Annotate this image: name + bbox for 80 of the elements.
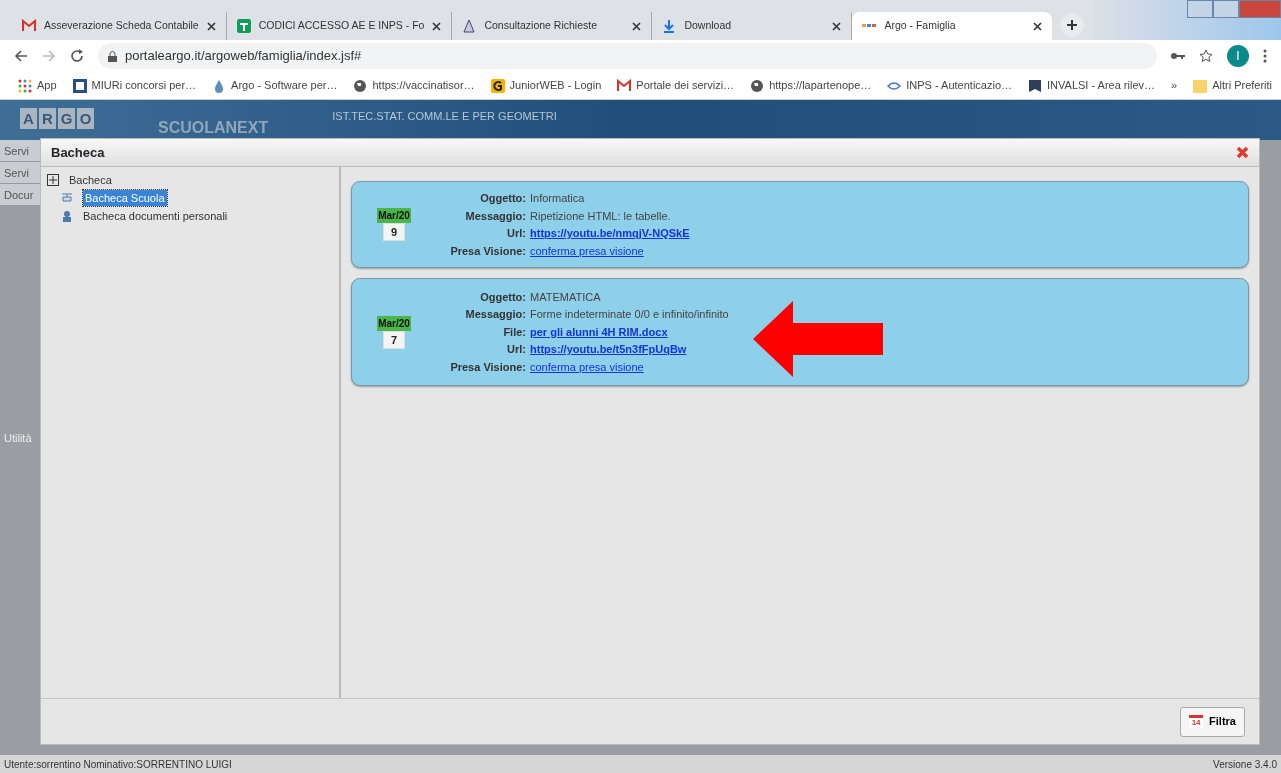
more-bookmarks-button[interactable]: » bbox=[1171, 77, 1178, 94]
close-icon[interactable] bbox=[632, 21, 642, 31]
bookmark[interactable]: App bbox=[18, 77, 57, 94]
version-text: Versione 3.4.0 bbox=[1213, 757, 1277, 772]
link[interactable]: conferma presa visione bbox=[530, 360, 644, 373]
field-label: Oggetto: bbox=[479, 289, 526, 305]
new-tab-button[interactable] bbox=[1060, 13, 1085, 37]
collapse-icon[interactable] bbox=[47, 174, 59, 186]
bookmark[interactable]: JuniorWEB - Login bbox=[490, 77, 602, 94]
address-bar[interactable]: portaleargo.it/argoweb/famiglia/index.jsf# bbox=[98, 43, 1157, 69]
calendar-icon: 14 bbox=[1189, 715, 1204, 728]
url-text: portaleargo.it/argoweb/famiglia/index.jsf# bbox=[125, 47, 362, 66]
browser-tab[interactable]: CODICI ACCESSO AE E INPS - Fo bbox=[226, 12, 453, 40]
logo-letter: A bbox=[20, 108, 37, 129]
reload-icon[interactable] bbox=[70, 49, 84, 63]
sidebar-label: Utilità bbox=[3, 431, 33, 446]
product-name: SCUOLANEXT bbox=[158, 118, 269, 138]
apps-grid-icon bbox=[18, 78, 32, 93]
field-label: Presa Visione: bbox=[449, 359, 526, 375]
back-icon[interactable] bbox=[14, 49, 28, 63]
star-icon[interactable] bbox=[1199, 49, 1213, 63]
menu-icon[interactable] bbox=[1263, 49, 1267, 63]
browser-tab[interactable]: Consultazione Richieste bbox=[452, 12, 653, 40]
close-icon[interactable] bbox=[1033, 21, 1043, 31]
person-icon bbox=[61, 210, 73, 222]
link[interactable]: conferma presa visione bbox=[530, 244, 644, 257]
link[interactable]: https://youtu.be/t5n3fFpUqBw bbox=[530, 343, 687, 356]
field-label: Url: bbox=[506, 226, 526, 241]
field-value: MATEMATICA bbox=[530, 290, 601, 303]
square-icon bbox=[72, 78, 87, 93]
board-icon bbox=[61, 192, 73, 204]
minimize-button[interactable] bbox=[1187, 0, 1213, 18]
browser-tab[interactable]: Asseverazione Scheda Contabile bbox=[12, 12, 227, 40]
folder-icon bbox=[1193, 78, 1208, 93]
field-value: Informatica bbox=[530, 192, 585, 204]
bookmark[interactable]: INVALSI - Area rilev… bbox=[1028, 77, 1156, 94]
tree-node[interactable]: Bacheca bbox=[69, 171, 112, 189]
bookmark[interactable]: Argo - Software per… bbox=[212, 77, 338, 94]
field-label: File: bbox=[502, 324, 526, 340]
bookmark[interactable]: Portale dei servizi… bbox=[617, 77, 735, 94]
field-value: Forme indeterminate 0/0 e infinito/infinito bbox=[530, 308, 729, 321]
bookmark[interactable]: https://lapartenope… bbox=[750, 77, 872, 94]
school-name: IST.TEC.STAT. COMM.LE E PER GEOMETRI bbox=[332, 109, 557, 124]
download-icon bbox=[662, 19, 677, 33]
profile-avatar[interactable]: I bbox=[1227, 45, 1249, 67]
spreadsheet-icon bbox=[236, 19, 251, 33]
filter-button[interactable]: 14 Filtra bbox=[1180, 706, 1245, 737]
field-label: Messaggio: bbox=[464, 208, 526, 224]
browser-tab[interactable]: Argo - Famiglia bbox=[852, 12, 1053, 40]
calendar-month: Mar/20 bbox=[377, 208, 411, 223]
maximize-button[interactable] bbox=[1213, 0, 1239, 18]
bookmark-folder[interactable]: Altri Preferiti bbox=[1193, 77, 1273, 94]
field-label: Oggetto: bbox=[479, 191, 526, 206]
tree-item[interactable]: Bacheca Scuola bbox=[83, 189, 167, 207]
user-info: Utente:sorrentino Nominativo:SORRENTINO LUIGI bbox=[4, 757, 232, 772]
close-icon[interactable] bbox=[206, 21, 216, 31]
link[interactable]: https://youtu.be/nmqjV-NQSkE bbox=[530, 227, 690, 239]
bookmark[interactable]: https://vaccinatisor… bbox=[353, 77, 475, 94]
field-value: Ripetizione HTML: le tabelle. bbox=[530, 209, 671, 222]
mail-icon bbox=[617, 78, 632, 93]
key-icon[interactable] bbox=[1171, 51, 1185, 61]
field-label: Url: bbox=[506, 342, 526, 358]
letter-g-icon bbox=[490, 78, 505, 93]
logo-letter: O bbox=[77, 108, 94, 129]
lock-icon bbox=[108, 50, 117, 62]
plus-icon bbox=[1066, 19, 1079, 31]
flag-icon bbox=[1028, 78, 1043, 93]
logo-letter: R bbox=[39, 108, 56, 129]
bookmark[interactable]: MIURi concorsi per… bbox=[72, 77, 197, 94]
field-label: Messaggio: bbox=[464, 307, 526, 323]
calendar-day: 9 bbox=[383, 223, 405, 241]
close-icon[interactable] bbox=[432, 21, 442, 31]
tree-item[interactable]: Bacheca documenti personali bbox=[83, 207, 228, 225]
calendar-month: Mar/20 bbox=[377, 315, 411, 331]
close-icon[interactable] bbox=[832, 21, 842, 31]
bookmark[interactable]: INPS - Autenticazio… bbox=[887, 77, 1013, 94]
mail-icon bbox=[22, 19, 36, 33]
link[interactable]: per gli alunni 4H RIM.docx bbox=[530, 325, 668, 338]
logo-letter: G bbox=[58, 108, 75, 129]
field-label: Presa Visione: bbox=[449, 243, 526, 259]
